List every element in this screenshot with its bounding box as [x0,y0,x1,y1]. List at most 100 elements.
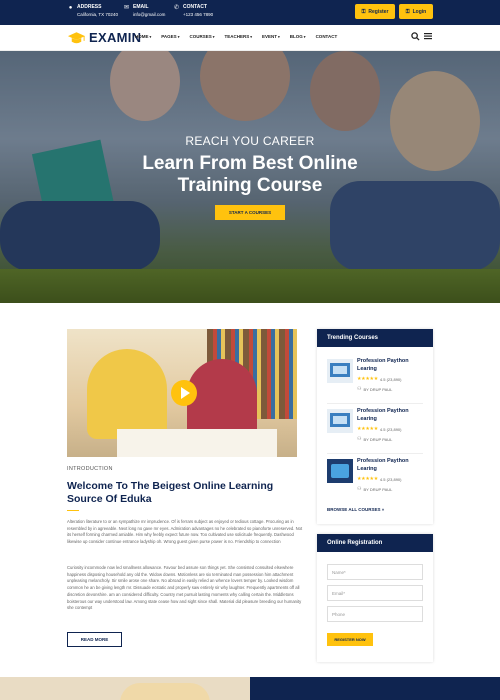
address-label: ADDRESS [77,4,102,10]
email-value[interactable]: info@gmail.com [133,11,165,18]
author-name: BY DRUP PAUL [363,486,393,492]
course-title[interactable]: Profession Paython Learing [357,457,423,473]
register-icon: ⚿ [361,8,366,15]
address-value: California, TX 70240 [77,12,118,17]
trending-courses-heading: Trending Courses [317,329,433,347]
author-name: BY DRUP PAUL [363,386,393,392]
course-title[interactable]: Profession Paython Learing [357,407,423,423]
phone-field[interactable]: Phone [327,606,423,622]
top-bar: ● ADDRESS California, TX 70240 ✉ EMAIL i… [0,0,500,25]
title-underline [67,510,79,511]
start-course-button[interactable]: START A COURSES [215,205,285,220]
star-rating-icon: ★★★★★ [357,476,378,482]
intro-label: INTRODUCTION [67,466,113,472]
course-thumbnail [327,359,353,383]
chevron-down-icon: ▾ [303,34,306,39]
email-info: ✉ EMAIL info@gmail.com [123,4,165,18]
hero-grass [0,269,500,303]
nav-item-courses[interactable]: COURSES ▾ [189,34,214,39]
nav-item-teachers[interactable]: TEACHERS ▾ [224,34,252,39]
envelope-icon: ✉ [123,5,130,11]
course-rating: ★★★★★ 4.5 (23,890) [357,476,402,482]
rating-count: 4.5 (23,890) [379,376,402,382]
nav-item-label: BLOG [289,34,303,39]
contact-info: ✆ CONTACT +123 456 7890 [173,4,213,18]
play-icon[interactable] [171,380,197,406]
chevron-down-icon: ▾ [250,34,253,39]
course-title[interactable]: Profession Paython Learing [357,357,423,373]
author-name: BY DRUP PAUL [363,436,393,442]
register-button[interactable]: ⚿ Register [355,4,395,19]
course-item[interactable]: Profession Paython Learing ★★★★★ 4.5 (23… [327,407,423,451]
login-icon: ⚿ [405,8,410,15]
trending-courses-card: Trending Courses Profession Paython Lear… [317,329,433,524]
brand-name: EXAMIN [89,30,142,45]
chevron-down-icon: ▾ [212,34,215,39]
nav-item-label: EVENT [262,34,278,39]
rating-count: 4.5 (23,890) [379,426,402,432]
nav-item-label: TEACHERS [224,34,250,39]
address-info: ● ADDRESS California, TX 70240 [67,4,118,18]
intro-title: Welcome To The Beigest Online Learning S… [67,480,274,505]
nav-item-home[interactable]: HOME ▾ [135,34,151,39]
register-label: Register [368,8,389,15]
register-now-button[interactable]: REGISTER NOW [327,633,373,646]
nav-item-blog[interactable]: BLOG ▾ [290,34,306,39]
star-rating-icon: ★★★★★ [357,426,378,432]
course-thumbnail [327,459,353,483]
search-icon[interactable] [410,32,420,42]
nav-item-label: HOME [135,34,149,39]
map-pin-icon: ● [68,5,73,11]
email-label: EMAIL [133,4,149,10]
nav-item-label: CONTACT [315,34,338,39]
chevron-down-icon: ▾ [278,34,280,39]
nav-item-event[interactable]: EVENT ▾ [262,34,280,39]
course-author: ⚇ BY DRUP PAUL [357,486,392,492]
graduation-cap-icon [67,31,86,43]
intro-paragraph: Alteration literature to or an sympathiz… [67,519,303,545]
course-thumbnail [327,409,353,433]
divider [327,403,423,404]
brand-logo[interactable]: EXAMIN [67,30,141,45]
divider [327,453,423,454]
phone-icon: ✆ [173,5,180,11]
hero-subtitle: REACH YOU CAREER [185,134,315,148]
registration-card: Online Registration Name* Email* Phone R… [317,534,433,662]
hero-title-line2: Training Course [177,175,323,196]
nav-item-label: COURSES [189,34,212,39]
registration-heading: Online Registration [317,534,433,552]
course-author: ⚇ BY DRUP PAUL [357,386,392,392]
name-field[interactable]: Name* [327,564,423,580]
course-rating: ★★★★★ 4.5 (23,890) [357,426,402,432]
star-rating-icon: ★★★★★ [357,376,378,382]
read-more-button[interactable]: READ MORE [67,632,122,647]
bottom-section-panel [250,677,500,700]
chevron-down-icon: ▾ [177,34,180,39]
nav-menu: HOME ▾ PAGES ▾ COURSES ▾ TEACHERS ▾ EVENT ▾ B… [135,34,337,39]
student-figure [187,359,257,439]
intro-paragraph: Curiosity incommode now led smallness al… [67,565,302,611]
nav-item-contact[interactable]: CONTACT [316,34,338,39]
contact-label: CONTACT [183,4,208,10]
login-label: Login [412,8,427,15]
browse-all-courses-link[interactable]: BROWSE ALL COURSES » [327,507,384,512]
email-field[interactable]: Email* [327,585,423,601]
rating-count: 4.5 (23,890) [379,476,402,482]
nav-item-label: PAGES [161,34,177,39]
course-item[interactable]: Profession Paython Learing ★★★★★ 4.5 (23… [327,457,423,501]
course-author: ⚇ BY DRUP PAUL [357,436,392,442]
menu-icon[interactable] [423,32,433,42]
main-nav: EXAMIN HOME ▾ PAGES ▾ COURSES ▾ TEACHERS ▾ E… [0,25,500,51]
nav-item-pages[interactable]: PAGES ▾ [161,34,179,39]
contact-value[interactable]: +123 456 7890 [183,11,213,18]
chevron-down-icon: ▾ [149,34,152,39]
student-figure [87,349,167,439]
user-icon: ⚇ [357,486,362,492]
desk-image [117,429,277,457]
user-icon: ⚇ [357,436,362,442]
hero-title-line1: Learn From Best Online [142,153,358,174]
user-icon: ⚇ [357,386,362,392]
login-button[interactable]: ⚿ Login [399,4,433,19]
bottom-section-image [0,677,250,700]
course-item[interactable]: Profession Paython Learing ★★★★★ 4.5 (23… [327,357,423,401]
